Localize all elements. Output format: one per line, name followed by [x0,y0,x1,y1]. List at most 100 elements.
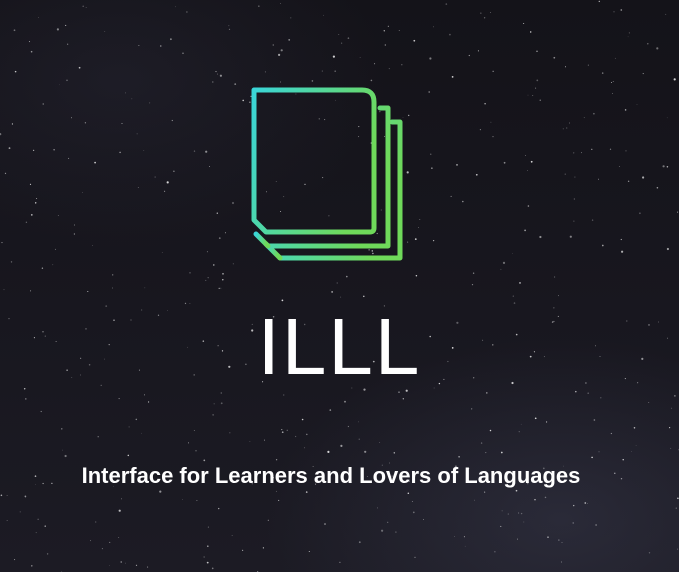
star [28,41,31,43]
star [154,176,156,178]
star [430,153,432,155]
star [677,497,679,500]
star [468,54,470,57]
star [581,152,582,154]
star [220,392,222,394]
star [195,450,197,452]
star [414,556,416,559]
star [0,133,2,136]
star [600,397,602,399]
star [339,561,341,564]
star [71,117,72,119]
star [280,49,283,52]
star [182,499,183,500]
star [6,494,8,496]
star [566,127,568,129]
star [30,50,33,53]
star [161,251,163,253]
star [624,109,627,111]
star [241,549,244,552]
star [222,273,224,275]
star [104,31,106,32]
star [288,39,291,41]
star [62,449,63,451]
star [347,37,350,39]
star [209,165,210,167]
star [445,3,448,5]
star [30,214,33,216]
star [73,224,75,226]
star [173,170,175,172]
star [463,536,465,538]
star [171,119,173,122]
star [212,414,214,416]
star [14,70,17,73]
star [143,394,146,396]
star [147,566,149,568]
star [347,425,350,428]
star [633,427,636,429]
star [620,238,622,241]
star [631,451,632,452]
star [52,264,54,266]
star [0,494,3,497]
star [125,92,126,94]
star [306,433,308,436]
star [36,198,38,199]
star [503,161,506,164]
star [564,66,567,68]
star [536,79,539,82]
star [458,455,460,458]
star [25,221,28,223]
star [516,538,518,540]
star [120,561,122,563]
star [401,63,403,66]
star [415,274,418,277]
star [327,450,330,453]
star [671,407,673,409]
star [3,289,5,291]
star [231,535,233,536]
star [66,79,68,82]
landing-page: ILLL Interface for Learners and Lovers o… [0,0,679,572]
star [474,499,475,501]
star [207,545,209,547]
star [670,447,672,449]
star [384,44,386,46]
star [636,104,638,106]
star [131,98,133,100]
star [639,212,641,215]
star [648,402,650,403]
star [662,165,665,168]
star [32,149,35,152]
star [19,511,21,513]
star [534,499,536,501]
star [272,44,274,46]
star [573,504,575,507]
star [449,33,451,36]
star [501,510,503,512]
star [14,559,16,561]
star [494,551,496,553]
star [232,263,234,265]
star [635,445,637,446]
star [8,147,11,150]
star [196,499,198,502]
star [220,402,223,405]
star [331,291,333,293]
tagline: Interface for Learners and Lovers of Lan… [81,463,581,488]
star [68,157,70,159]
star [304,447,306,449]
star [561,541,563,543]
star [42,103,44,105]
star [218,287,220,290]
star [206,561,209,564]
star [666,117,668,119]
star [29,183,32,185]
star [627,36,629,38]
star [472,272,475,274]
star [453,536,455,537]
star [483,17,486,19]
star [572,522,574,524]
star [121,498,122,500]
